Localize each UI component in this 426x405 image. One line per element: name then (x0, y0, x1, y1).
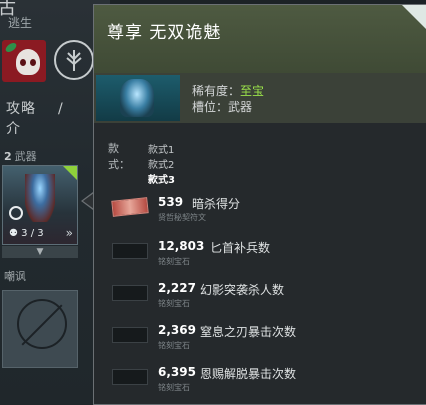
tracker-label: 恩赐解脱暴击次数 (200, 367, 297, 381)
styles-list: 款式1 款式2 款式3 (148, 143, 175, 188)
rune-gem-icon (111, 197, 149, 217)
item-thumbnail (96, 75, 180, 121)
tab-intro[interactable]: 介 (6, 121, 21, 137)
style-option-active[interactable]: 款式3 (148, 173, 175, 188)
tracker-sub: 铭刻宝石 (158, 257, 190, 266)
tracker-value: 2,227 (158, 281, 196, 295)
hero-subtitle: 逃生 (8, 16, 33, 30)
item-tooltip: 尊享 无双诡魅 稀有度：至宝 槽位：武器 款式： 款式1 款式2 款式3 539… (93, 4, 426, 405)
expand-arrows-icon[interactable]: » (66, 226, 73, 240)
tracker-row: 539 暗杀得分 贤哲秘契符文 (111, 195, 412, 225)
gem-slot-icon (112, 327, 148, 343)
empty-slot-icon (17, 299, 67, 349)
style-option[interactable]: 款式2 (148, 158, 175, 173)
rarity-value: 至宝 (240, 84, 265, 98)
tracker-sub: 铭刻宝石 (158, 341, 190, 350)
tracker-value: 12,803 (158, 239, 205, 253)
taunt-slot-card[interactable] (2, 290, 78, 368)
styles-label: 款式： (108, 142, 130, 171)
gem-slot-icon (112, 243, 148, 259)
tracker-sub: 铭刻宝石 (158, 299, 190, 308)
gem-slot-icon (112, 285, 148, 301)
tracker-value: 2,369 (158, 323, 196, 337)
tracker-row: 2,227 幻影突袭杀人数 铭刻宝石 (112, 281, 412, 311)
style-option[interactable]: 款式1 (148, 143, 175, 158)
tracker-sub: 铭刻宝石 (158, 383, 190, 392)
tracker-value: 539 (158, 195, 184, 209)
tooltip-pointer (81, 192, 94, 210)
tracker-label: 暗杀得分 (192, 197, 241, 211)
tracker-row: 2,369 窒息之刃暴击次数 铭刻宝石 (112, 323, 412, 353)
tooltip-header: 尊享 无双诡魅 (94, 5, 426, 73)
tracker-label: 幻影突袭杀人数 (200, 283, 285, 297)
tab-guides[interactable]: 攻略 (6, 101, 36, 117)
item-title: 尊享 无双诡魅 (107, 23, 222, 43)
tracker-sub: 贤哲秘契符文 (158, 213, 206, 222)
tracker-label: 窒息之刃暴击次数 (200, 325, 297, 339)
taunt-label: 嘲讽 (4, 270, 26, 283)
weapon-item-card[interactable]: ⚉ 3 / 3 » (2, 165, 78, 245)
gem-slot-icon (112, 369, 148, 385)
item-art (25, 174, 55, 222)
rarity-label: 稀有度： (192, 84, 241, 98)
tab-separator: / (58, 101, 64, 117)
style-count: ⚉ 3 / 3 (9, 228, 44, 239)
rarity-corner (63, 166, 77, 180)
slot-dropdown-button[interactable]: ▼ (2, 246, 78, 258)
tracker-row: 6,395 恩赐解脱暴击次数 铭刻宝石 (112, 365, 412, 395)
skull-badge-icon[interactable] (2, 40, 46, 82)
item-info: 稀有度：至宝 槽位：武器 (94, 73, 426, 123)
tracker-value: 6,395 (158, 365, 196, 379)
tracker-label: 匕首补兵数 (210, 241, 271, 255)
corner-ribbon-icon (402, 5, 426, 29)
slot-label: 槽位：武器 (192, 100, 253, 114)
tracker-row: 12,803 匕首补兵数 铭刻宝石 (112, 239, 412, 269)
item-meta: 稀有度：至宝 槽位：武器 (192, 83, 264, 115)
tree-emblem-icon[interactable] (54, 40, 94, 80)
slot-name: 武器 (14, 150, 37, 163)
slot-header: 2 武器 (4, 148, 37, 164)
settings-gear-icon[interactable] (9, 206, 23, 220)
tooltip-body: 款式： 款式1 款式2 款式3 539 暗杀得分 贤哲秘契符文 12,803 匕… (94, 123, 426, 404)
slot-index: 2 (4, 150, 12, 163)
